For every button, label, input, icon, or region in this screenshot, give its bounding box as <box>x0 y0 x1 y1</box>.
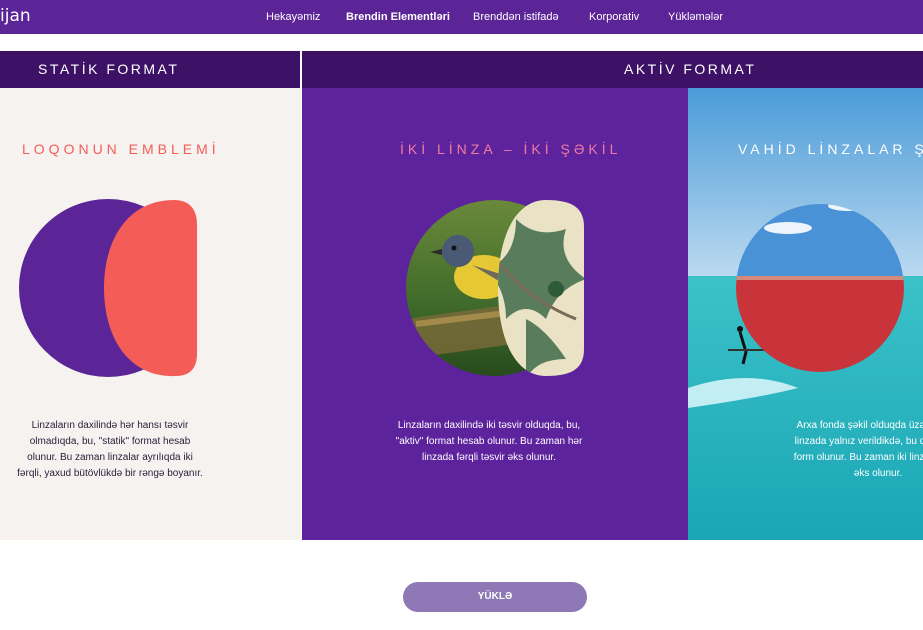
active-format-title: AKTİV FORMAT <box>624 61 757 77</box>
static-panel-title: LOQONUN EMBLEMİ <box>22 141 220 157</box>
two-lens-panel: İKİ LİNZA – İKİ ŞƏKİL Linzaların daxilin… <box>302 88 688 540</box>
static-format-title: STATİK FORMAT <box>38 61 180 77</box>
two-lens-panel-desc: Linzaların daxilində iki təsvir olduqda,… <box>395 420 583 463</box>
single-lens-panel-title: VAHİD LİNZALAR ŞƏK <box>738 141 923 157</box>
nav-item-korporativ[interactable]: Korporativ <box>589 11 639 23</box>
active-format-header: AKTİV FORMAT <box>302 51 923 88</box>
static-format-header: STATİK FORMAT <box>0 51 300 88</box>
static-panel: LOQONUN EMBLEMİ Linzaların daxilində hər… <box>0 88 301 540</box>
nav-item-hekayemiz[interactable]: Hekayəmiz <box>266 11 320 23</box>
static-panel-desc: Linzaların daxilində hər hansı təsvir ol… <box>17 420 203 479</box>
single-lens-panel-desc: Arxa fonda şəkil olduqda üzərində iki li… <box>793 420 923 479</box>
download-button[interactable]: YÜKLƏ <box>403 582 587 612</box>
single-lens-panel: VAHİD LİNZALAR ŞƏK Arxa fonda şəkil oldu… <box>688 88 923 540</box>
nav-item-brendin-elementleri[interactable]: Brendin Elementləri <box>346 11 450 23</box>
nav-item-yuklemeler[interactable]: Yükləmələr <box>668 11 723 23</box>
logo-emblem-icon <box>19 199 197 377</box>
two-lens-image <box>406 200 584 376</box>
top-nav: ijan Hekayəmiz Brendin Elementləri Brend… <box>0 0 923 34</box>
logo-text[interactable]: ijan <box>0 6 31 26</box>
two-lens-panel-title: İKİ LİNZA – İKİ ŞƏKİL <box>400 141 622 157</box>
nav-item-brendden-istifade[interactable]: Brenddən istifadə <box>473 11 559 23</box>
